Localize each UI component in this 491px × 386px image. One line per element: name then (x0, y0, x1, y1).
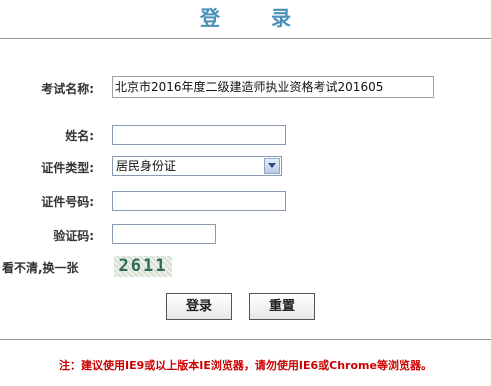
id-number-label: 证件号码: (41, 195, 94, 209)
top-divider (0, 38, 491, 39)
page-title: 登 录 (200, 6, 313, 30)
id-type-value: 居民身份证 (116, 159, 177, 173)
exam-name-field[interactable]: 北京市2016年度二级建造师执业资格考试201605 (112, 76, 434, 98)
login-button[interactable]: 登录 (166, 293, 232, 320)
id-type-select[interactable]: 居民身份证 (112, 156, 282, 176)
browser-notice: 注：建议使用IE9或以上版本IE浏览器，请勿使用IE6或Chrome等浏览器。 (59, 359, 432, 372)
captcha-input[interactable] (112, 224, 216, 244)
captcha-image[interactable]: 2611 (114, 256, 172, 277)
refresh-captcha-link[interactable]: 看不清,换一张 (2, 259, 79, 276)
chevron-down-icon[interactable] (264, 158, 280, 174)
id-type-label: 证件类型: (41, 161, 94, 175)
captcha-label: 验证码: (53, 229, 94, 243)
exam-name-label: 考试名称: (41, 82, 94, 96)
name-input[interactable] (112, 125, 286, 145)
reset-button[interactable]: 重置 (249, 293, 315, 320)
name-label: 姓名: (65, 129, 94, 143)
bottom-divider (0, 339, 491, 340)
id-number-input[interactable] (112, 191, 286, 211)
